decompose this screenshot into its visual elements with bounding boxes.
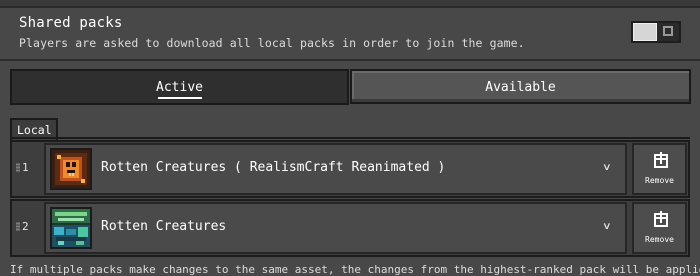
pack-row[interactable]: 2 Rotten Creatures ∨ Remove: [10, 199, 690, 257]
drag-handle-icon[interactable]: [16, 163, 20, 172]
chevron-down-icon[interactable]: ∨: [603, 161, 611, 172]
pack-rank[interactable]: 2: [16, 220, 29, 233]
shared-packs-title: Shared packs: [19, 15, 123, 31]
remove-pack-icon: [654, 211, 668, 227]
remove-button[interactable]: Remove: [632, 143, 687, 195]
toggle-knob: [633, 23, 657, 41]
remove-label: Remove: [645, 235, 674, 244]
shared-packs-toggle[interactable]: [631, 21, 681, 43]
rotten-creatures-icon: [50, 207, 92, 249]
pack-rank-number: 2: [22, 220, 29, 233]
section-divider: [0, 59, 700, 61]
drag-handle-icon[interactable]: [16, 222, 20, 231]
rotten-creatures-reanimated-icon: [50, 148, 92, 190]
chevron-down-icon[interactable]: ∨: [603, 220, 611, 231]
remove-label: Remove: [645, 176, 674, 185]
tab-available-label: Available: [485, 80, 556, 95]
shared-packs-description: Players are asked to download all local …: [19, 36, 525, 50]
remove-button[interactable]: Remove: [632, 202, 687, 254]
footer-note: If multiple packs make changes to the sa…: [10, 263, 700, 276]
top-edge: [0, 0, 700, 8]
pack-expand-button[interactable]: Rotten Creatures ∨: [44, 202, 627, 254]
tab-active-label: Active: [156, 80, 203, 95]
pack-rank[interactable]: 1: [16, 161, 29, 174]
pack-name: Rotten Creatures ( RealismCraft Reanimat…: [101, 160, 446, 175]
pack-name: Rotten Creatures: [101, 219, 227, 234]
remove-pack-icon: [654, 152, 668, 168]
pack-rank-number: 1: [22, 161, 29, 174]
tab-selected-underline: [158, 97, 202, 99]
pack-row[interactable]: 1 Rotten Creatures ( RealismCraft Reanim…: [10, 140, 690, 198]
pack-expand-button[interactable]: Rotten Creatures ( RealismCraft Reanimat…: [44, 143, 627, 195]
tab-active[interactable]: Active: [10, 69, 349, 105]
toggle-off-indicator-icon: [663, 26, 673, 36]
tab-available[interactable]: Available: [350, 69, 691, 104]
resource-packs-panel: Shared packs Players are asked to downlo…: [0, 0, 700, 276]
